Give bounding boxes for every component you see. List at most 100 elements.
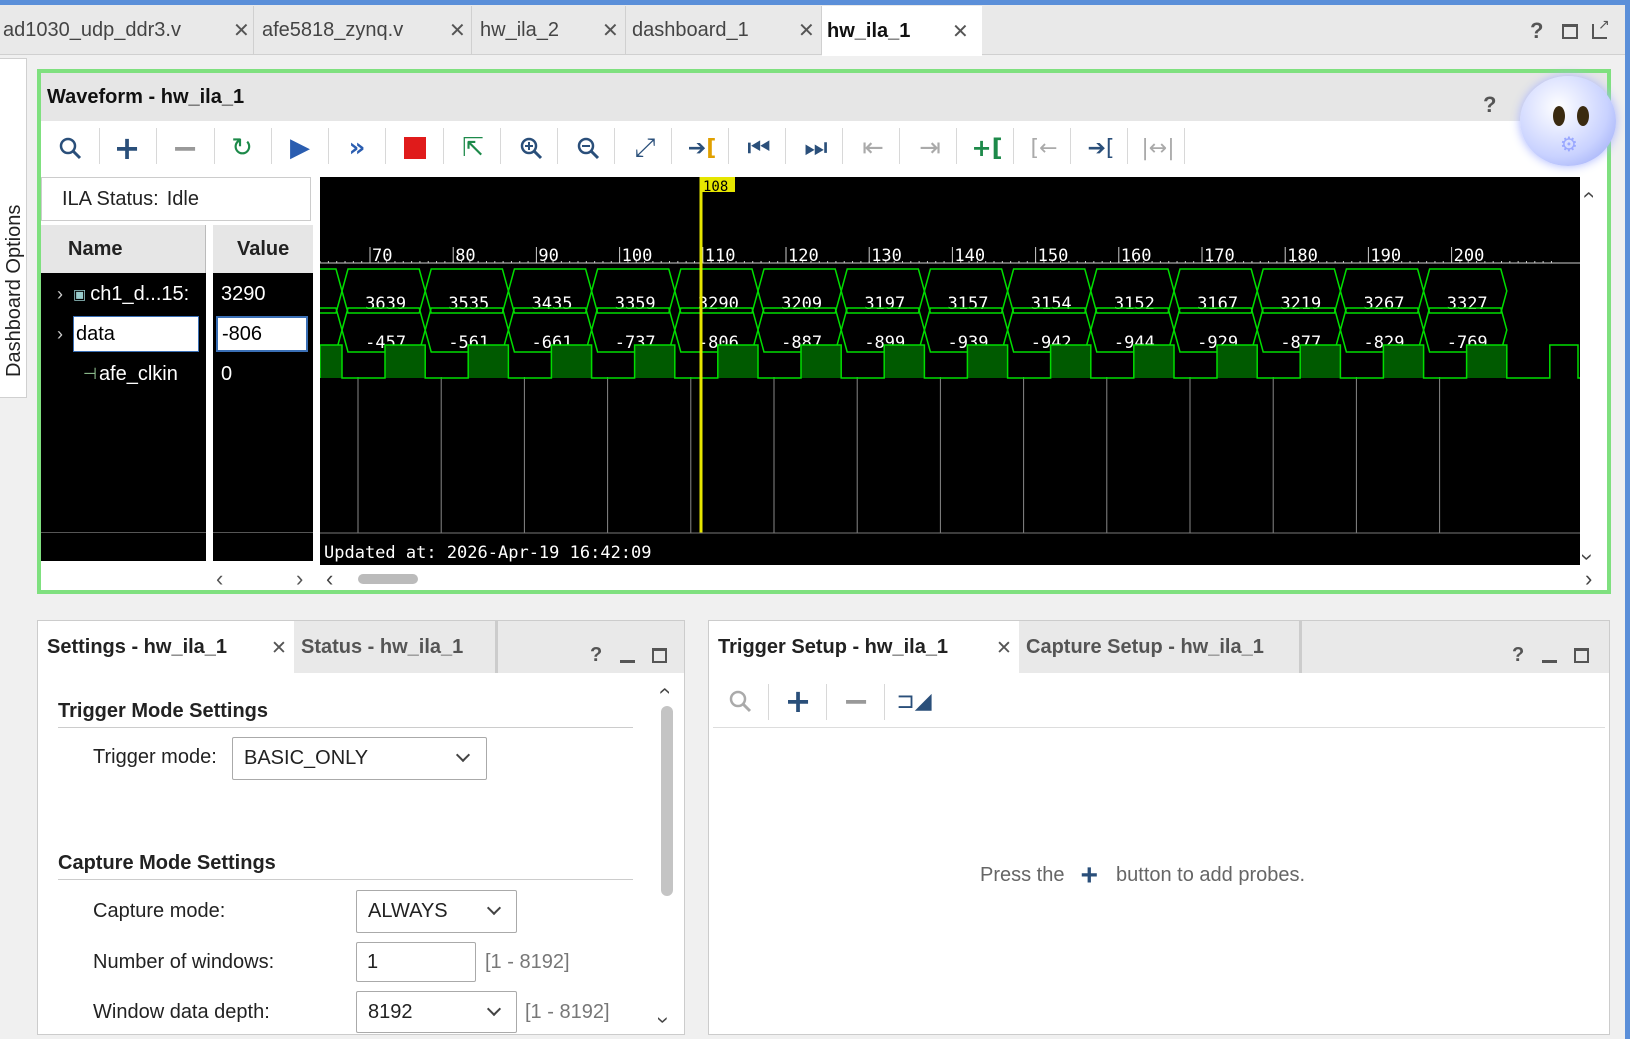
scroll-down-icon[interactable]: › xyxy=(1575,553,1601,560)
minimize-icon[interactable] xyxy=(620,660,635,663)
signal-row[interactable]: ⊣ afe_clkin xyxy=(41,356,206,392)
name-column-header[interactable]: Name xyxy=(41,225,206,273)
run-trigger-icon[interactable]: ▶ xyxy=(280,128,320,168)
close-icon[interactable]: ✕ xyxy=(952,19,969,43)
signal-value: -806 xyxy=(216,316,308,352)
export-icon[interactable]: ⇱ xyxy=(453,128,493,168)
next-marker-icon[interactable]: ➔[ xyxy=(1081,128,1121,168)
scroll-down-icon[interactable]: › xyxy=(651,1016,677,1023)
logic-gate-icon[interactable]: ⊐◢ xyxy=(894,681,934,721)
next-transition-icon[interactable]: ⇥ xyxy=(910,128,950,168)
tab-status[interactable]: Status - hw_ila_1 xyxy=(294,621,498,673)
close-icon[interactable]: ✕ xyxy=(798,18,815,42)
tab-settings[interactable]: Settings - hw_ila_1 ✕ xyxy=(38,621,294,674)
scroll-right-icon[interactable]: › xyxy=(1585,566,1592,592)
remove-icon[interactable]: − xyxy=(836,681,876,721)
side-tab-dashboard-options[interactable]: Dashboard Options xyxy=(0,58,27,398)
close-icon[interactable]: ✕ xyxy=(233,18,250,42)
previous-marker-icon[interactable]: [← xyxy=(1024,128,1064,168)
cursor-label: 108 xyxy=(703,179,728,195)
windows-input[interactable]: 1 xyxy=(356,942,476,982)
maximize-icon[interactable] xyxy=(1574,648,1589,663)
tab-trigger-setup[interactable]: Trigger Setup - hw_ila_1 ✕ xyxy=(709,621,1019,674)
zoom-fit-icon[interactable]: ⤢ xyxy=(625,128,665,168)
editor-tab-ad1030[interactable]: ad1030_udp_ddr3.v ✕ xyxy=(0,6,254,54)
scroll-left-icon[interactable]: ‹ xyxy=(216,566,223,592)
zoom-out-icon[interactable] xyxy=(568,128,608,168)
go-to-cursor-icon[interactable]: ➔[ xyxy=(682,128,722,168)
clock-high-pulse xyxy=(1133,345,1174,378)
trigger-mode-value: BASIC_ONLY xyxy=(244,747,369,769)
timeline-tick-label: 90 xyxy=(538,246,558,266)
add-icon[interactable]: + xyxy=(778,681,818,721)
signal-row[interactable]: › data xyxy=(41,316,206,352)
signal-row[interactable]: › ▣ ch1_d...15: xyxy=(41,276,206,312)
tab-label: afe5818_zynq.v xyxy=(262,18,404,41)
timeline-tick-label: 150 xyxy=(1038,246,1069,266)
bus-value: 3359 xyxy=(615,294,656,314)
horizontal-scrollbar[interactable] xyxy=(320,566,1604,590)
assistant-avatar[interactable]: ⚙ xyxy=(1520,76,1616,166)
stop-icon[interactable] xyxy=(395,128,435,168)
bus-value: 3327 xyxy=(1447,294,1488,314)
search-icon[interactable] xyxy=(50,128,90,168)
scroll-thumb[interactable] xyxy=(358,574,418,584)
maximize-icon[interactable] xyxy=(652,648,667,663)
capture-mode-select[interactable]: ALWAYS xyxy=(356,890,517,933)
help-icon[interactable]: ? xyxy=(1530,18,1543,44)
avatar-eye-icon xyxy=(1553,106,1565,126)
clock-high-pulse xyxy=(551,345,592,378)
tab-label: Trigger Setup - hw_ila_1 xyxy=(718,636,949,658)
name-header-label: Name xyxy=(68,237,123,260)
editor-tab-dashboard-1[interactable]: dashboard_1 ✕ xyxy=(626,6,822,54)
editor-tab-hw-ila-1[interactable]: hw_ila_1 ✕ xyxy=(822,6,982,56)
clock-high-pulse xyxy=(1217,345,1258,378)
close-icon[interactable]: ✕ xyxy=(602,18,619,42)
scroll-up-icon[interactable]: › xyxy=(651,687,677,694)
previous-transition-icon[interactable]: ⇤ xyxy=(853,128,893,168)
depth-select[interactable]: 8192 xyxy=(356,991,517,1033)
close-icon[interactable]: ✕ xyxy=(271,637,287,659)
refresh-icon[interactable]: ↻ xyxy=(222,128,262,168)
waveform-canvas[interactable]: 70 80 90 100 110 120 130 140 150 160 170 180 190 200 … xyxy=(320,177,1580,565)
trigger-mode-select[interactable]: BASIC_ONLY xyxy=(232,737,487,780)
windows-range: [1 - 8192] xyxy=(485,951,570,973)
maximize-icon[interactable] xyxy=(1562,24,1578,39)
add-marker-icon[interactable]: +[ xyxy=(967,128,1007,168)
remove-icon[interactable]: − xyxy=(165,128,205,168)
minimize-icon[interactable] xyxy=(1542,660,1557,663)
editor-tab-hw-ila-2[interactable]: hw_ila_2 ✕ xyxy=(472,6,626,54)
timeline-tick-label: 180 xyxy=(1287,246,1318,266)
value-column-header[interactable]: Value xyxy=(213,225,313,273)
scroll-thumb[interactable] xyxy=(661,706,673,896)
go-to-end-icon[interactable]: ⏭ xyxy=(796,128,836,168)
search-icon[interactable] xyxy=(720,681,760,721)
tab-label: Capture Setup - hw_ila_1 xyxy=(1026,635,1264,658)
timeline-tick-label: 70 xyxy=(372,246,392,266)
scroll-up-icon[interactable]: › xyxy=(1575,191,1601,198)
run-immediate-icon[interactable]: » xyxy=(337,128,377,168)
scroll-left-icon[interactable]: ‹ xyxy=(326,566,333,592)
go-to-start-icon[interactable]: ⏮ xyxy=(739,128,779,168)
scroll-right-icon[interactable]: › xyxy=(296,566,303,592)
bus-value: 3290 xyxy=(698,294,739,314)
vertical-scrollbar[interactable] xyxy=(1580,177,1604,565)
expand-chevron-icon[interactable]: › xyxy=(57,284,63,305)
add-probe-icon[interactable]: + xyxy=(1080,860,1098,890)
close-icon[interactable]: ✕ xyxy=(449,18,466,42)
zoom-in-icon[interactable] xyxy=(511,128,551,168)
swap-cursors-icon[interactable]: |↔| xyxy=(1138,128,1178,168)
editor-tab-afe5818[interactable]: afe5818_zynq.v ✕ xyxy=(254,6,472,54)
help-icon[interactable]: ? xyxy=(590,644,602,667)
tab-capture-setup[interactable]: Capture Setup - hw_ila_1 xyxy=(1019,621,1302,673)
add-icon[interactable]: + xyxy=(107,128,147,168)
signal-name: data xyxy=(76,322,115,345)
float-icon[interactable]: ↗ xyxy=(1592,17,1610,39)
help-icon[interactable]: ? xyxy=(1512,644,1524,667)
close-icon[interactable]: ✕ xyxy=(996,637,1012,659)
expand-chevron-icon[interactable]: › xyxy=(57,324,63,345)
bus-value: 3167 xyxy=(1197,294,1238,314)
timeline-tick-label: 170 xyxy=(1204,246,1235,266)
help-icon[interactable]: ? xyxy=(1483,92,1496,118)
bus-value: 3535 xyxy=(448,294,489,314)
